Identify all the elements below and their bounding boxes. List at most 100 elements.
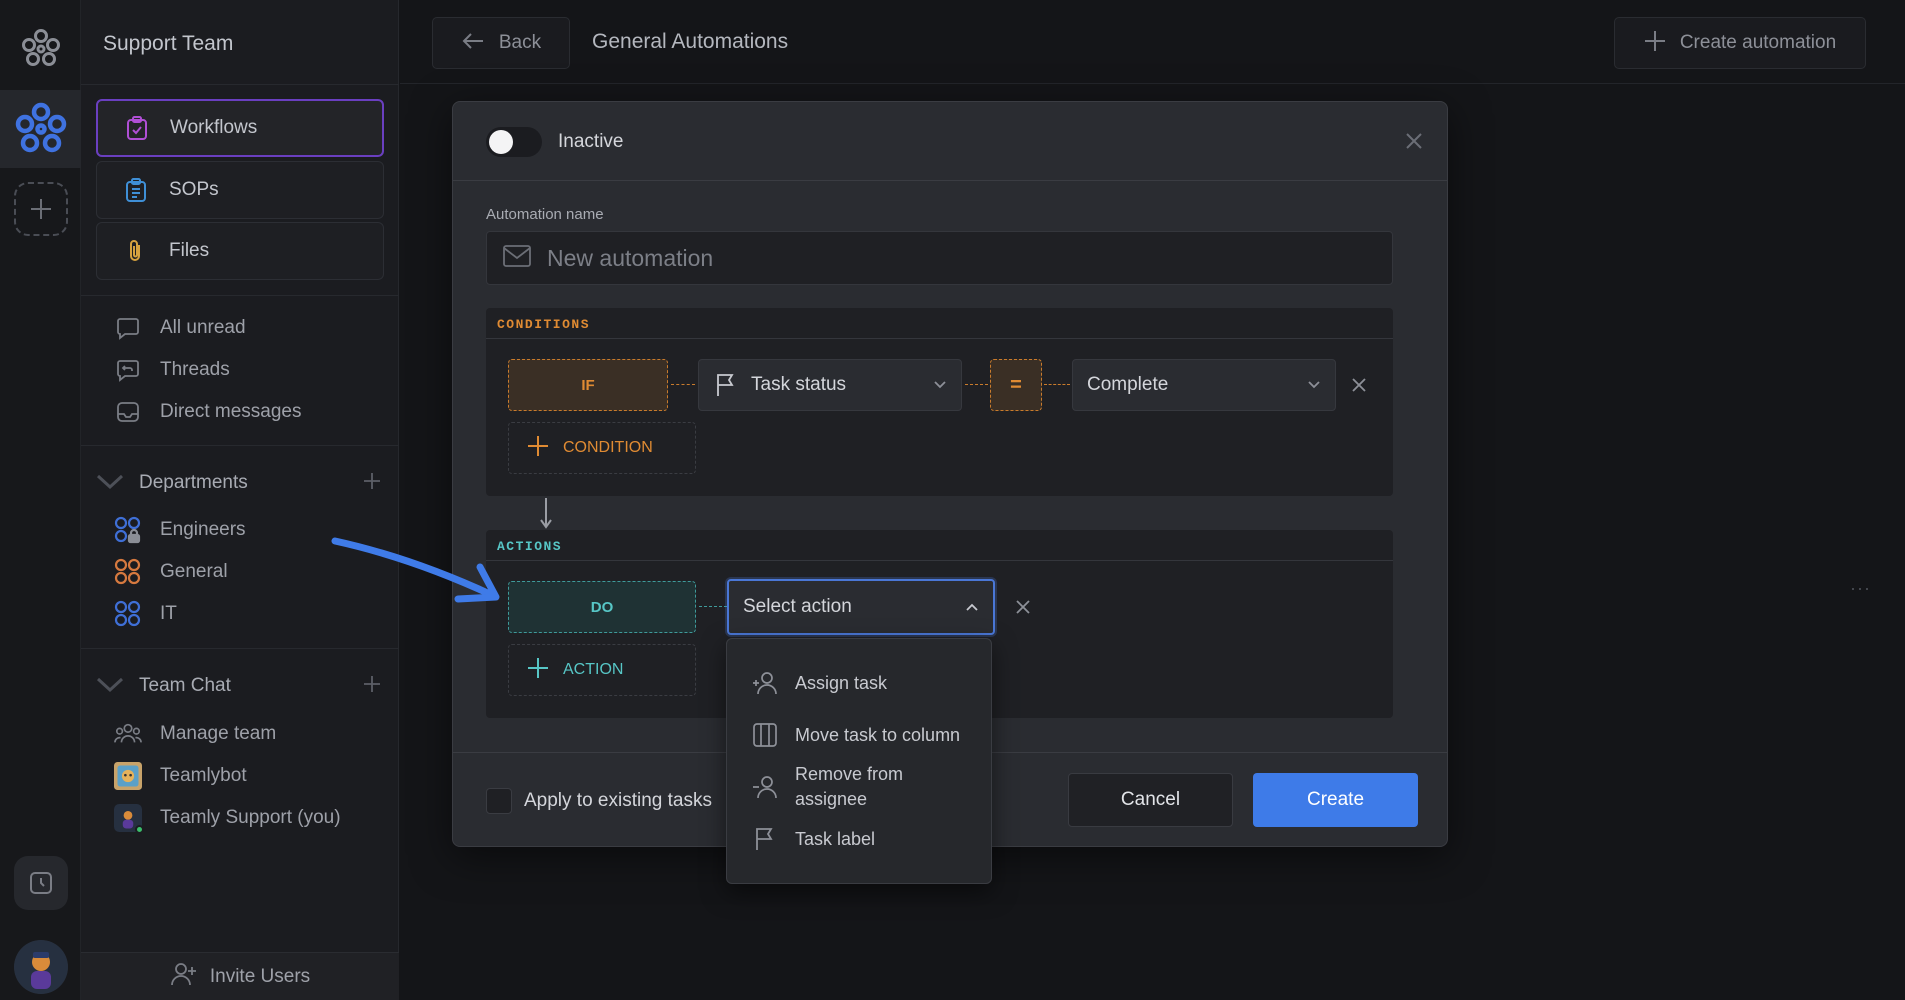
columns-icon	[751, 721, 779, 749]
user-avatar[interactable]	[14, 940, 68, 994]
actions-title: ACTIONS	[497, 539, 563, 554]
menu-item-assign-task[interactable]: Assign task	[727, 657, 991, 709]
menu-item-label: Remove from assignee	[795, 764, 904, 809]
sidebar-item-it[interactable]: IT	[114, 598, 177, 630]
add-condition-label: CONDITION	[563, 439, 653, 456]
sidebar-item-label: Workflows	[170, 117, 258, 138]
flag-icon	[751, 825, 779, 853]
workspace-support-team[interactable]	[0, 90, 81, 168]
plus-icon	[1644, 30, 1666, 57]
chevron-down-icon	[95, 674, 125, 699]
condition-field-select[interactable]: Task status	[698, 359, 962, 411]
if-chip: IF	[508, 359, 668, 411]
list-clipboard-icon	[121, 175, 151, 205]
remove-condition-icon[interactable]	[1350, 376, 1368, 394]
create-button[interactable]: Create	[1253, 773, 1418, 827]
sidebar-item-label: SOPs	[169, 179, 219, 200]
grid-circles-icon	[114, 600, 142, 628]
condition-value: Complete	[1087, 374, 1169, 395]
grid-circles-icon	[114, 558, 142, 586]
plus-icon[interactable]	[363, 472, 385, 495]
sidebar-item-label: All unread	[160, 317, 246, 338]
sidebar-item-label: Engineers	[160, 519, 246, 540]
annotation-arrow	[330, 535, 505, 620]
chat-bubble-icon	[114, 314, 142, 342]
apply-existing-checkbox[interactable]	[486, 788, 512, 814]
sidebar-item-teamlybot[interactable]: Teamlybot	[114, 760, 247, 792]
operator-chip[interactable]: =	[990, 359, 1042, 411]
add-action-label: ACTION	[563, 661, 624, 678]
connector	[1044, 384, 1070, 386]
divider	[81, 445, 399, 446]
add-condition-button[interactable]: CONDITION	[508, 422, 696, 474]
cancel-button[interactable]: Cancel	[1068, 773, 1233, 827]
assign-user-icon	[751, 669, 779, 697]
divider	[81, 295, 399, 296]
flag-icon	[715, 373, 737, 397]
sidebar-item-teamly-support[interactable]: Teamly Support (you)	[114, 802, 341, 834]
automation-name-field[interactable]	[486, 231, 1393, 285]
sidebar-item-general[interactable]: General	[114, 556, 228, 588]
create-automation-label: Create automation	[1679, 32, 1837, 53]
clock-icon[interactable]	[14, 856, 68, 910]
toggle-knob	[489, 130, 513, 154]
apply-existing-label: Apply to existing tasks	[524, 790, 712, 811]
remove-user-icon	[751, 773, 779, 801]
plus-icon[interactable]	[363, 675, 385, 698]
automation-name-label: Automation name	[486, 206, 604, 223]
sidebar-item-label: Files	[169, 240, 210, 261]
workspace-rail	[0, 0, 81, 1000]
sidebar-item-sops[interactable]: SOPs	[96, 161, 384, 219]
chevron-up-icon	[965, 602, 979, 612]
workspace-name: Support Team	[103, 32, 234, 55]
app-logo[interactable]	[20, 28, 62, 70]
menu-item-remove-assignee[interactable]: Remove from assignee	[727, 761, 991, 813]
menu-item-move-task[interactable]: Move task to column	[727, 709, 991, 761]
departments-header[interactable]: Departments	[95, 468, 385, 498]
menu-item-task-label[interactable]: Task label	[727, 813, 991, 865]
sidebar-item-engineers[interactable]: Engineers	[114, 514, 246, 546]
sidebar-item-manage-team[interactable]: Manage team	[114, 718, 276, 750]
sidebar-item-files[interactable]: Files	[96, 222, 384, 280]
add-workspace-button[interactable]	[14, 182, 68, 236]
invite-users-button[interactable]: Invite Users	[81, 952, 399, 1000]
apply-existing-row[interactable]: Apply to existing tasks	[486, 788, 712, 814]
menu-item-label: Move task to column	[795, 724, 961, 745]
sidebar-item-workflows[interactable]: Workflows	[96, 99, 384, 157]
divider	[486, 338, 1393, 339]
action-select[interactable]: Select action	[727, 579, 995, 635]
user-avatar	[114, 804, 144, 834]
sidebar-item-direct-messages[interactable]: Direct messages	[114, 396, 302, 428]
add-user-icon	[170, 961, 198, 992]
remove-action-icon[interactable]	[1014, 598, 1032, 616]
divider	[486, 560, 1393, 561]
topbar: Back General Automations Create automati…	[400, 0, 1905, 598]
active-toggle[interactable]	[486, 127, 542, 157]
ellipsis-icon: ···	[1850, 578, 1871, 598]
conditions-title: CONDITIONS	[497, 317, 591, 332]
reply-bubble-icon	[114, 356, 142, 384]
team-chat-header[interactable]: Team Chat	[95, 671, 385, 701]
paperclip-icon	[121, 236, 151, 266]
sidebar-item-all-unread[interactable]: All unread	[114, 312, 246, 344]
envelope-icon	[503, 244, 531, 272]
page-title: General Automations	[592, 30, 789, 53]
section-title: Departments	[139, 472, 248, 493]
add-action-button[interactable]: ACTION	[508, 644, 696, 696]
menu-item-label: Assign task	[795, 672, 888, 693]
close-icon[interactable]	[1403, 130, 1425, 152]
create-automation-button[interactable]: Create automation	[1614, 17, 1866, 69]
sidebar-item-threads[interactable]: Threads	[114, 354, 230, 386]
connector	[699, 606, 727, 608]
modal-header: Inactive	[453, 102, 1447, 181]
automation-name-input[interactable]	[547, 244, 1347, 272]
condition-value-select[interactable]: Complete	[1072, 359, 1336, 411]
sidebar-item-label: Direct messages	[160, 401, 302, 422]
chevron-down-icon	[933, 380, 947, 390]
back-button[interactable]: Back	[432, 17, 570, 69]
sidebar-item-label: General	[160, 561, 228, 582]
divider	[81, 84, 399, 85]
inbox-icon	[114, 398, 142, 426]
chevron-down-icon	[95, 471, 125, 496]
sidebar-item-label: IT	[160, 603, 177, 624]
